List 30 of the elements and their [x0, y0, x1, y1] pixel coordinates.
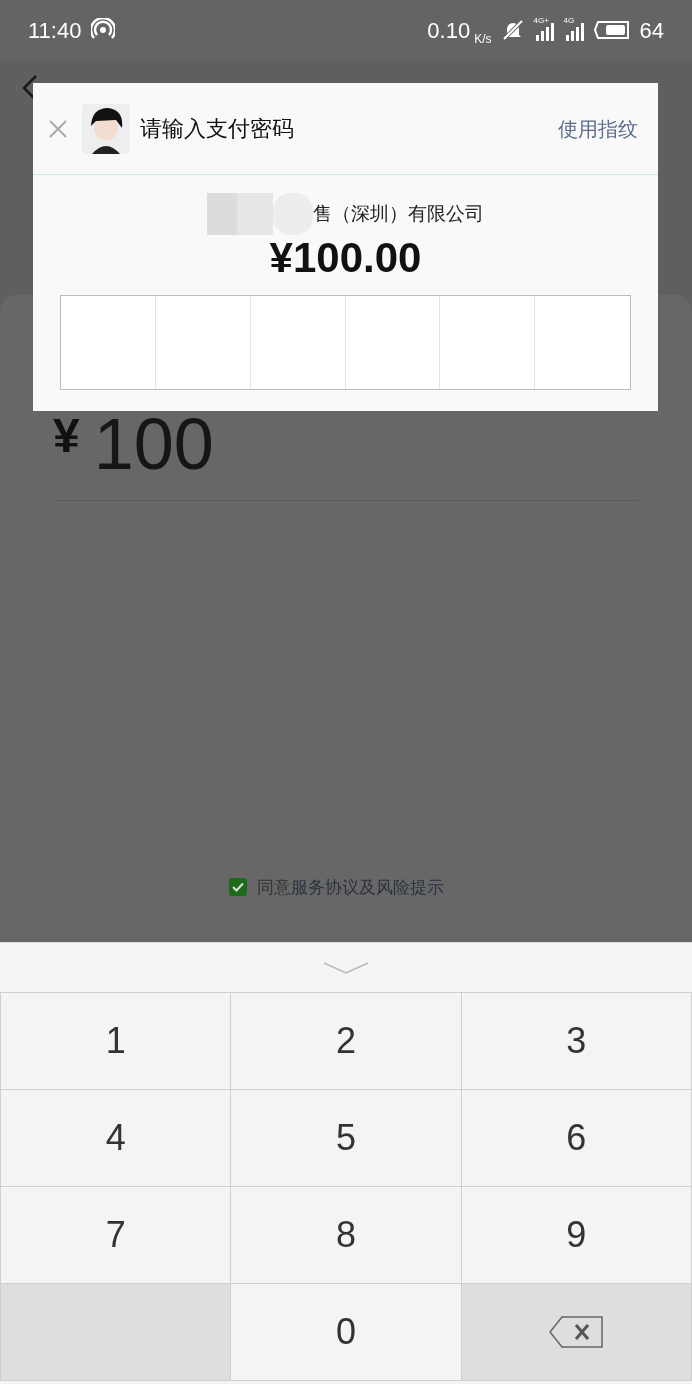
close-icon[interactable]: [47, 117, 69, 140]
collapse-chevron-icon[interactable]: [322, 960, 370, 975]
fingerprint-link[interactable]: 使用指纹: [558, 113, 644, 144]
keypad-key[interactable]: 9: [461, 1187, 692, 1284]
keypad-key[interactable]: 2: [231, 993, 462, 1090]
keypad-key[interactable]: 5: [231, 1090, 462, 1187]
keypad-key[interactable]: 6: [461, 1090, 692, 1187]
check-icon: [231, 882, 244, 893]
battery-icon: [593, 20, 630, 40]
agree-checkbox[interactable]: [228, 878, 247, 897]
keypad-key[interactable]: 0: [231, 1284, 462, 1381]
keypad-key[interactable]: 4: [1, 1090, 232, 1187]
merchant-name: 售（深圳）有限公司: [313, 201, 484, 226]
payment-amount: ¥100.00: [268, 237, 423, 279]
keypad-key[interactable]: 3: [461, 993, 692, 1090]
keypad-key[interactable]: 7: [1, 1187, 232, 1284]
muted-bell-icon: [501, 19, 524, 41]
keypad-key[interactable]: 1: [1, 993, 232, 1090]
keypad-key[interactable]: 8: [231, 1187, 462, 1284]
password-field[interactable]: [60, 295, 631, 390]
network-speed: 0.10: [427, 16, 471, 45]
avatar-icon: [82, 103, 130, 154]
backspace-icon: [548, 1315, 605, 1349]
dialog-title: 请输入支付密码: [140, 115, 294, 143]
battery-level: 64: [639, 16, 664, 45]
amount-value: 100: [93, 408, 214, 480]
currency-symbol: ¥: [53, 408, 80, 464]
speed-unit: K/s: [474, 31, 492, 48]
clock-time: 11:40: [28, 16, 82, 45]
delete-key[interactable]: [461, 1284, 692, 1381]
